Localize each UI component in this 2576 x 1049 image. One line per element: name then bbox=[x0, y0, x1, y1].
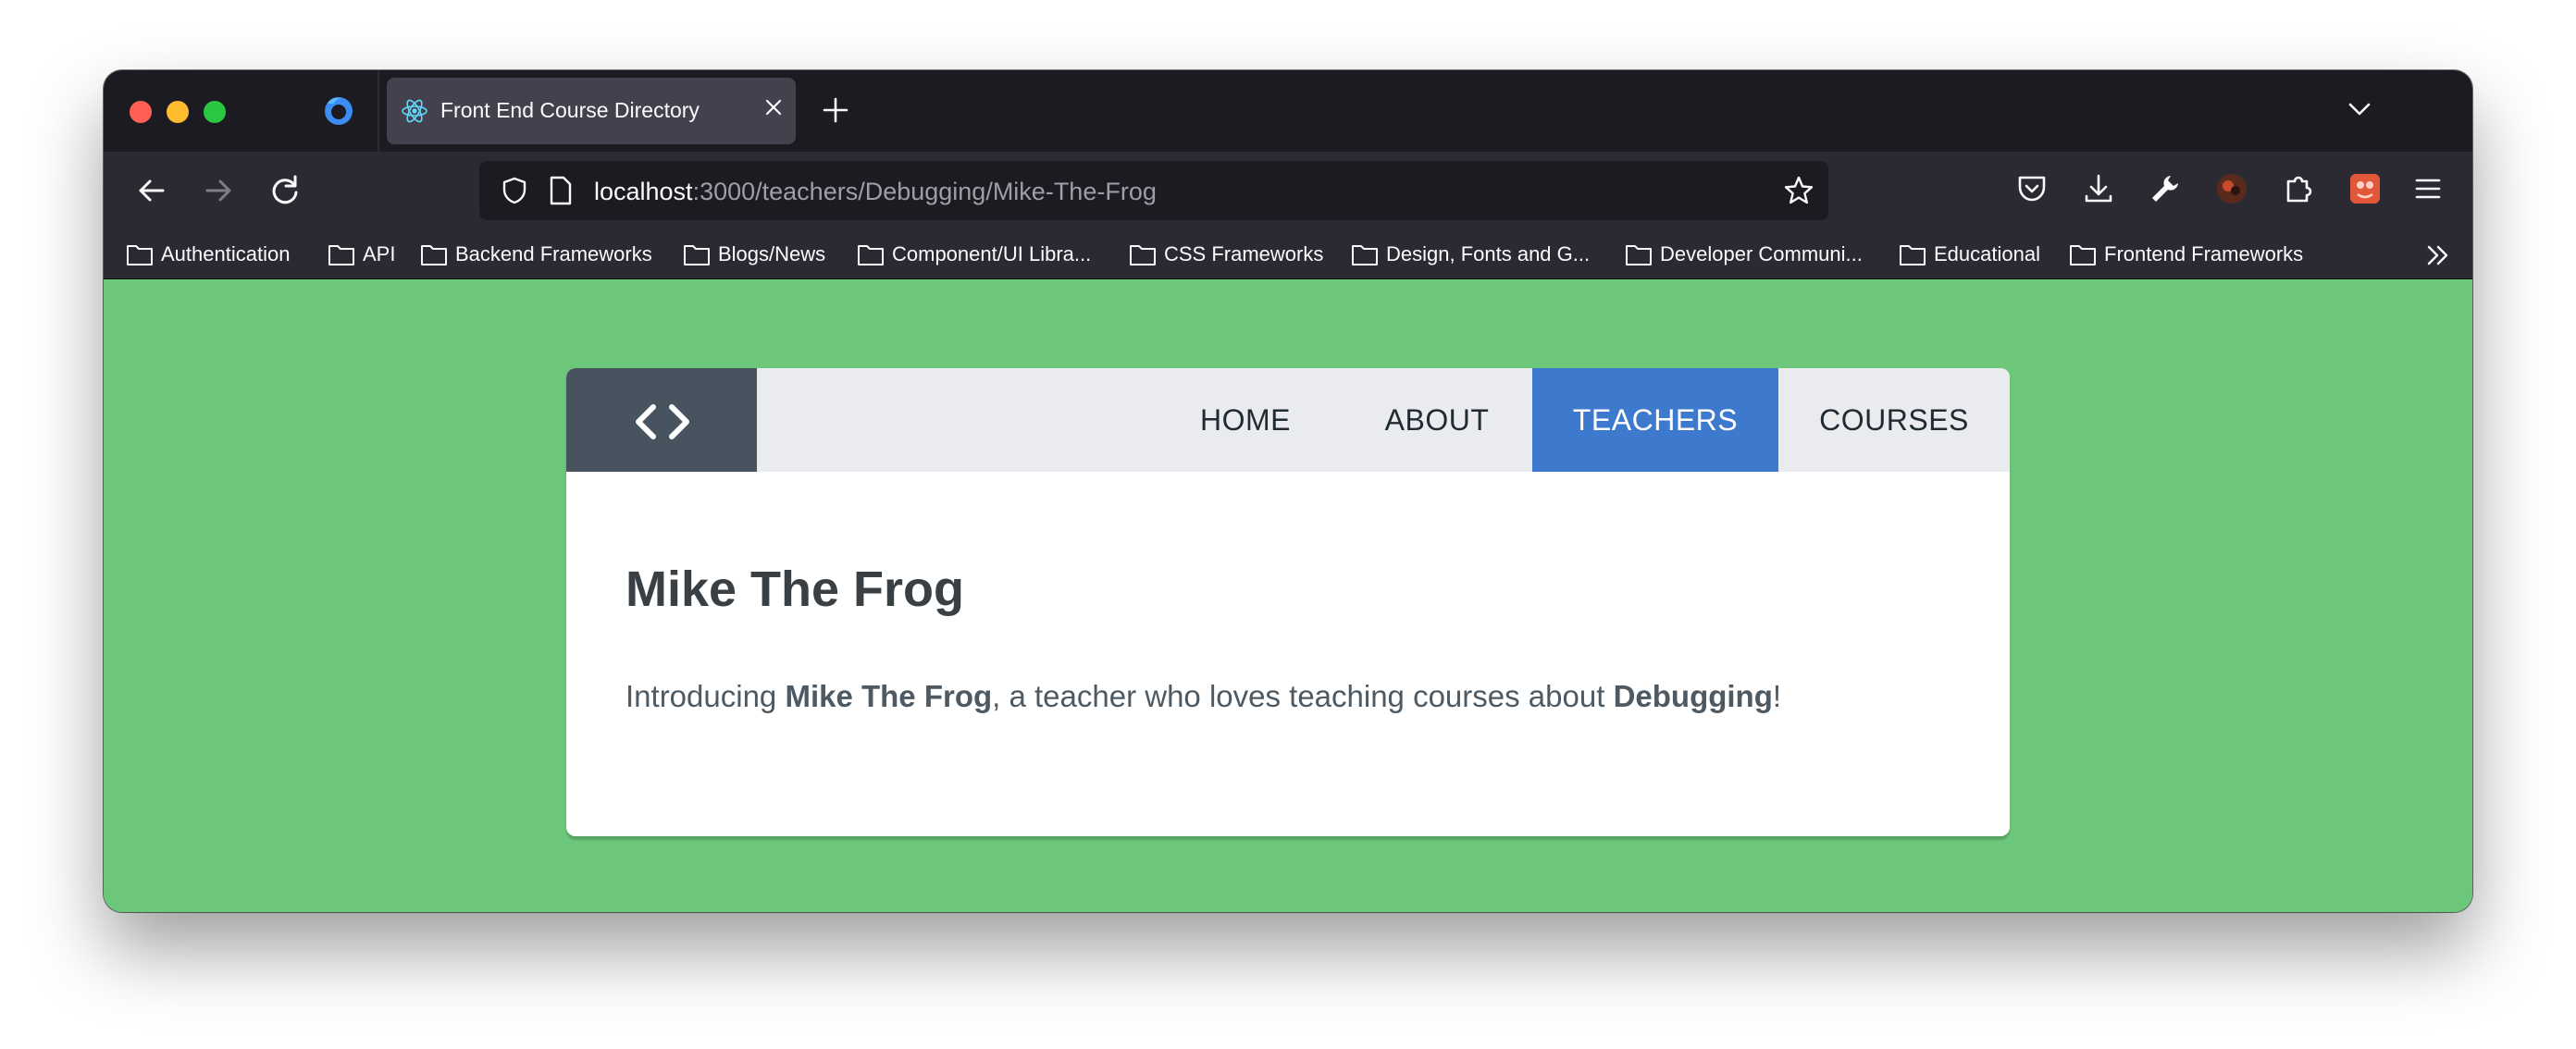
folder-icon bbox=[127, 245, 153, 265]
bookmarks-toolbar: Authentication API Backend Frameworks Bl… bbox=[104, 229, 2472, 279]
folder-icon bbox=[2070, 245, 2096, 265]
forward-arrow-icon[interactable] bbox=[196, 168, 241, 213]
intro-suffix: ! bbox=[1772, 679, 1782, 713]
bookmark-folder[interactable]: Authentication bbox=[126, 237, 290, 272]
nav-home[interactable]: HOME bbox=[1149, 368, 1342, 472]
folder-icon bbox=[328, 245, 354, 265]
react-icon bbox=[402, 99, 427, 123]
shield-icon[interactable] bbox=[500, 176, 529, 205]
site-logo[interactable] bbox=[566, 368, 757, 472]
bookmark-label: Blogs/News bbox=[718, 242, 826, 265]
bookmark-folder[interactable]: Component/UI Libra... bbox=[857, 237, 1091, 272]
site-header: HOME ABOUT TEACHERS COURSES bbox=[566, 368, 2010, 472]
bookmark-folder[interactable]: Frontend Frameworks bbox=[2069, 237, 2303, 272]
list-all-tabs-icon[interactable] bbox=[2343, 93, 2376, 126]
bookmark-label: Frontend Frameworks bbox=[2104, 242, 2304, 265]
menu-icon[interactable] bbox=[2409, 170, 2446, 207]
bookmark-folder[interactable]: Backend Frameworks bbox=[420, 237, 652, 272]
tab-strip: Front End Course Directory bbox=[104, 70, 2472, 152]
folder-icon bbox=[684, 245, 710, 265]
bookmark-folder[interactable]: Educational bbox=[1899, 237, 2040, 272]
bookmark-folder[interactable]: Design, Fonts and G... bbox=[1351, 237, 1590, 272]
intro-topic: Debugging bbox=[1613, 679, 1773, 713]
folder-icon bbox=[858, 245, 884, 265]
page-title: Mike The Frog bbox=[625, 562, 965, 617]
address-bar[interactable]: localhost:3000/teachers/Debugging/Mike-T… bbox=[479, 161, 1828, 220]
browser-window: Front End Course Directory localhost:300… bbox=[104, 70, 2472, 912]
bookmark-folder[interactable]: API bbox=[328, 237, 395, 272]
bookmark-label: Backend Frameworks bbox=[455, 242, 652, 265]
bookmark-folder[interactable]: CSS Frameworks bbox=[1129, 237, 1323, 272]
folder-icon bbox=[1352, 245, 1378, 265]
code-brackets-icon bbox=[636, 404, 689, 439]
teacher-intro: Introducing Mike The Frog, a teacher who… bbox=[625, 679, 1781, 714]
bookmark-label: API bbox=[363, 242, 396, 265]
intro-prefix: Introducing bbox=[625, 679, 786, 713]
extensions-icon[interactable] bbox=[2280, 170, 2317, 207]
bookmark-folder[interactable]: Blogs/News bbox=[683, 237, 825, 272]
reload-icon[interactable] bbox=[263, 168, 307, 213]
bookmark-label: Educational bbox=[1934, 242, 2040, 265]
page-viewport: HOME ABOUT TEACHERS COURSES Mike The Fro… bbox=[104, 279, 2472, 912]
avatar-icon[interactable] bbox=[2213, 170, 2250, 207]
main-nav: HOME ABOUT TEACHERS COURSES bbox=[1149, 368, 2010, 472]
downloads-icon[interactable] bbox=[2080, 170, 2117, 207]
page-info-icon[interactable] bbox=[548, 176, 574, 205]
bookmark-folder[interactable]: Developer Communi... bbox=[1625, 237, 1863, 272]
chevron-double-right-icon[interactable] bbox=[2424, 242, 2452, 268]
nav-about[interactable]: ABOUT bbox=[1342, 368, 1532, 472]
bookmark-label: CSS Frameworks bbox=[1164, 242, 1324, 265]
extension-red-icon[interactable] bbox=[2347, 170, 2384, 207]
folder-icon bbox=[1626, 245, 1652, 265]
folder-icon bbox=[1900, 245, 1926, 265]
tab-title: Front End Course Directory bbox=[440, 98, 700, 122]
folder-icon bbox=[421, 245, 447, 265]
pocket-icon[interactable] bbox=[2013, 170, 2050, 207]
wrench-icon[interactable] bbox=[2147, 170, 2184, 207]
back-arrow-icon[interactable] bbox=[130, 168, 174, 213]
close-tab-icon[interactable] bbox=[762, 96, 785, 118]
close-window-button[interactable] bbox=[130, 101, 152, 123]
intro-middle: , a teacher who loves teaching courses a… bbox=[992, 679, 1614, 713]
content-card: HOME ABOUT TEACHERS COURSES Mike The Fro… bbox=[566, 368, 2010, 836]
nav-courses[interactable]: COURSES bbox=[1778, 368, 2010, 472]
bookmark-label: Developer Communi... bbox=[1660, 242, 1863, 265]
minimize-window-button[interactable] bbox=[167, 101, 189, 123]
url-host: localhost bbox=[594, 178, 693, 205]
bookmark-label: Authentication bbox=[161, 242, 291, 265]
bookmark-label: Component/UI Libra... bbox=[892, 242, 1092, 265]
bookmark-star-icon[interactable] bbox=[1782, 174, 1815, 207]
url-text[interactable]: localhost:3000/teachers/Debugging/Mike-T… bbox=[594, 178, 1157, 206]
intro-teacher-name: Mike The Frog bbox=[785, 679, 993, 713]
zoom-window-button[interactable] bbox=[204, 101, 226, 123]
url-path: :3000/teachers/Debugging/Mike-The-Frog bbox=[692, 178, 1157, 205]
new-tab-icon[interactable] bbox=[816, 91, 855, 130]
tab-active[interactable]: Front End Course Directory bbox=[387, 78, 796, 144]
tab-separator bbox=[378, 70, 379, 152]
firefox-view-icon[interactable] bbox=[322, 94, 355, 128]
bookmark-label: Design, Fonts and G... bbox=[1386, 242, 1591, 265]
nav-teachers-active[interactable]: TEACHERS bbox=[1532, 368, 1778, 472]
folder-icon bbox=[1130, 245, 1156, 265]
navigation-toolbar: localhost:3000/teachers/Debugging/Mike-T… bbox=[104, 152, 2472, 229]
